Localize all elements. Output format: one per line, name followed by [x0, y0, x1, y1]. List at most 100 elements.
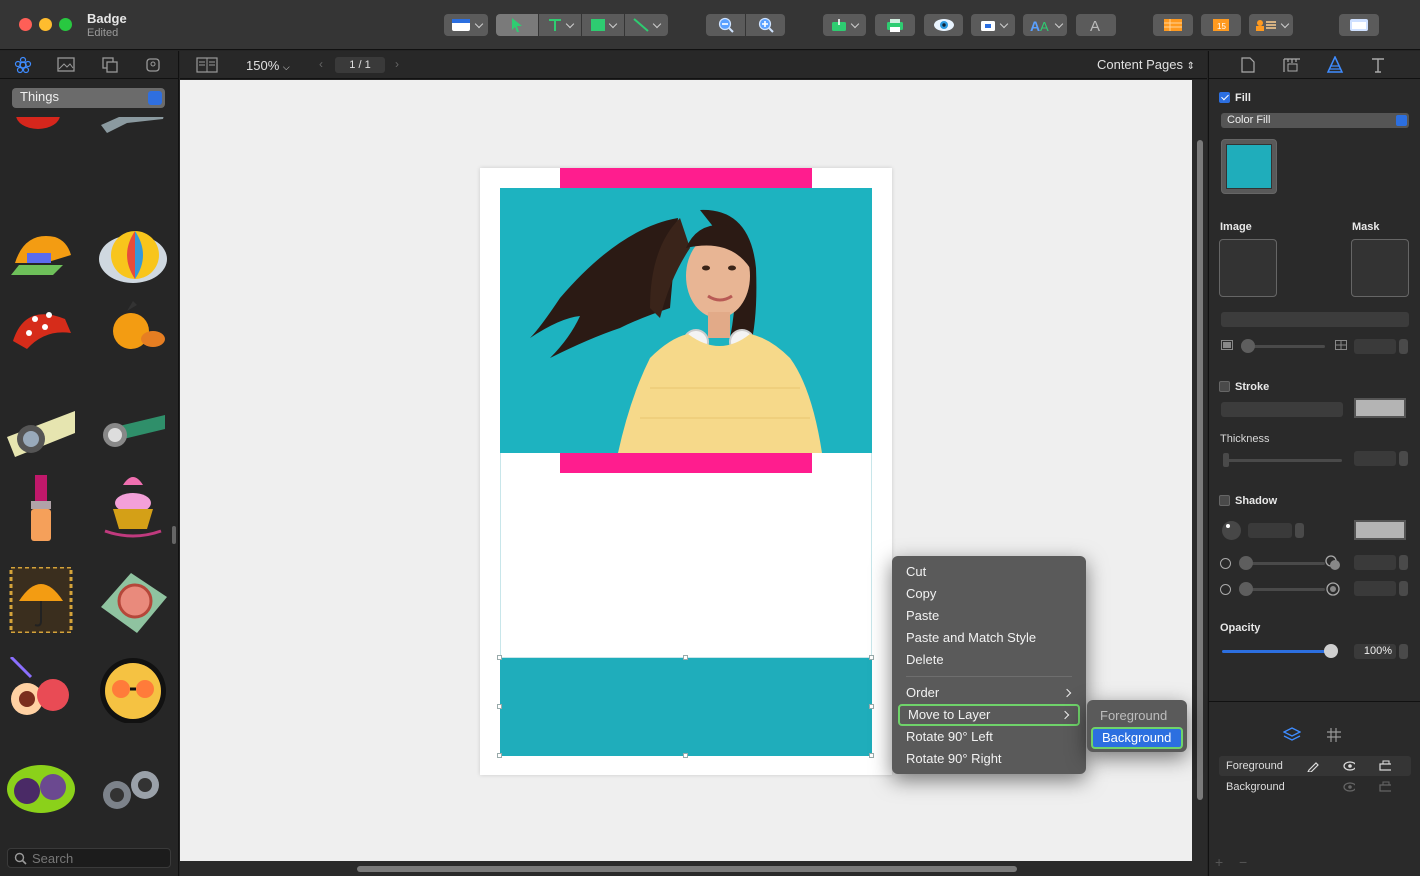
remove-layer-button[interactable]: − — [1239, 854, 1247, 870]
data-merge-button[interactable] — [1153, 14, 1193, 36]
clipart-bandana[interactable] — [5, 299, 75, 365]
stroke-checkbox[interactable] — [1219, 381, 1230, 392]
menu-item-order[interactable]: Order — [898, 682, 1080, 704]
shadow-offset-slider[interactable] — [1241, 562, 1325, 565]
image-scale-knob[interactable] — [1241, 339, 1255, 353]
tab-photos[interactable] — [56, 55, 76, 75]
clipart-flashlight-green[interactable] — [97, 397, 167, 463]
text-frame-guide[interactable] — [500, 453, 872, 658]
resize-handle-bottom-left[interactable] — [497, 753, 502, 758]
pink-bar-top[interactable] — [560, 168, 812, 188]
image-scale-stepper[interactable] — [1399, 339, 1408, 354]
clipart-binoculars-pink[interactable] — [5, 657, 75, 723]
pencil-icon[interactable] — [1307, 760, 1319, 772]
clipart-pumpkin[interactable] — [97, 299, 167, 365]
clipart-ribbon[interactable] — [97, 567, 167, 633]
submenu-item-background[interactable]: Background — [1091, 727, 1183, 749]
zoom-in-button[interactable] — [746, 14, 785, 36]
library-search-input[interactable] — [32, 850, 162, 866]
printer-icon[interactable] — [1379, 781, 1391, 793]
clipart-goggles[interactable] — [97, 657, 167, 723]
thickness-field[interactable] — [1354, 451, 1396, 466]
shape-tool-button[interactable] — [582, 14, 624, 36]
export-button[interactable] — [823, 14, 866, 36]
menu-item-rotate-right[interactable]: Rotate 90° Right — [898, 748, 1080, 770]
tab-shapes[interactable] — [100, 55, 120, 75]
clipart-binoculars-gray[interactable] — [97, 755, 167, 821]
opacity-slider[interactable] — [1222, 650, 1332, 653]
clipart-gun[interactable] — [97, 117, 167, 167]
clipart-lipstick[interactable] — [5, 475, 75, 541]
fill-checkbox[interactable] — [1219, 92, 1230, 103]
shadow-angle-field[interactable] — [1248, 523, 1292, 538]
clipart-cap[interactable] — [5, 225, 75, 291]
fill-color-well[interactable] — [1221, 139, 1277, 194]
close-window-button[interactable] — [19, 18, 32, 31]
line-tool-button[interactable] — [625, 14, 668, 36]
shadow-blur-field[interactable] — [1354, 581, 1396, 596]
view-mode-select[interactable]: Content Pages ⇕ — [1097, 57, 1195, 72]
menu-item-paste[interactable]: Paste — [898, 605, 1080, 627]
image-mode-select[interactable] — [1221, 312, 1409, 327]
book-view-icon[interactable] — [196, 57, 218, 73]
image-well[interactable] — [1219, 239, 1277, 297]
mask-well[interactable] — [1351, 239, 1409, 297]
layer-row-background[interactable]: Background — [1219, 777, 1411, 797]
tab-text[interactable] — [1368, 55, 1388, 75]
menu-item-cut[interactable]: Cut — [898, 561, 1080, 583]
shadow-offset-field[interactable] — [1354, 555, 1396, 570]
shadow-color-well[interactable] — [1354, 520, 1406, 540]
add-layer-button[interactable]: + — [1215, 854, 1223, 870]
menu-item-copy[interactable]: Copy — [898, 583, 1080, 605]
image-scale-field[interactable] — [1354, 339, 1396, 354]
photo-woman[interactable] — [500, 188, 872, 453]
eye-icon[interactable] — [1343, 781, 1355, 793]
menu-item-move-to-layer[interactable]: Move to Layer — [898, 704, 1080, 726]
grid-icon[interactable] — [1326, 727, 1342, 743]
page-number-field[interactable]: 1 / 1 — [335, 57, 385, 73]
horizontal-scrollbar[interactable] — [357, 866, 1017, 872]
menu-item-delete[interactable]: Delete — [898, 649, 1080, 671]
clipart-cupcake[interactable] — [97, 475, 167, 541]
tab-clipart[interactable] — [13, 55, 33, 75]
sidebar-toggle-button[interactable] — [1339, 14, 1379, 36]
shadow-blur-knob[interactable] — [1239, 582, 1253, 596]
clipart-flashlight[interactable] — [5, 397, 75, 463]
opacity-stepper[interactable] — [1399, 644, 1408, 659]
print-button[interactable] — [875, 14, 915, 36]
layer-row-foreground[interactable]: Foreground — [1219, 756, 1411, 776]
insert-media-button[interactable] — [971, 14, 1015, 36]
shadow-offset-radio[interactable] — [1220, 558, 1231, 569]
layout-menu-button[interactable] — [444, 14, 488, 36]
tab-symbols[interactable] — [143, 55, 163, 75]
fill-type-select[interactable]: Color Fill — [1221, 113, 1409, 128]
thickness-knob[interactable] — [1223, 453, 1229, 467]
clipart-umbrella[interactable] — [5, 567, 75, 633]
contacts-button[interactable] — [1249, 14, 1293, 36]
clipart-tomato[interactable] — [5, 117, 75, 167]
selected-teal-rectangle[interactable] — [500, 658, 872, 756]
text-style-button[interactable]: AA — [1023, 14, 1067, 36]
shadow-angle-dial[interactable] — [1222, 521, 1241, 540]
resize-handle-top-left[interactable] — [497, 655, 502, 660]
clipart-binoculars-green[interactable] — [5, 755, 75, 821]
opacity-field[interactable]: 100% — [1354, 644, 1396, 659]
document-page[interactable] — [480, 168, 892, 775]
thickness-slider[interactable] — [1224, 459, 1342, 462]
vertical-scrollbar[interactable] — [1197, 140, 1203, 800]
shadow-angle-stepper[interactable] — [1295, 523, 1304, 538]
shadow-blur-radio[interactable] — [1220, 584, 1231, 595]
resize-handle-top-right[interactable] — [869, 655, 874, 660]
printer-icon[interactable] — [1379, 760, 1391, 772]
shadow-offset-knob[interactable] — [1239, 556, 1253, 570]
zoom-out-button[interactable] — [706, 14, 745, 36]
menu-item-rotate-left[interactable]: Rotate 90° Left — [898, 726, 1080, 748]
category-select[interactable]: Things — [12, 88, 165, 108]
stroke-style-select[interactable] — [1221, 402, 1343, 417]
zoom-window-button[interactable] — [59, 18, 72, 31]
library-scrollbar[interactable] — [172, 526, 176, 544]
shadow-blur-slider[interactable] — [1241, 588, 1325, 591]
calendar-button[interactable]: 15 — [1201, 14, 1241, 36]
resize-handle-bottom[interactable] — [683, 753, 688, 758]
resize-handle-bottom-right[interactable] — [869, 753, 874, 758]
